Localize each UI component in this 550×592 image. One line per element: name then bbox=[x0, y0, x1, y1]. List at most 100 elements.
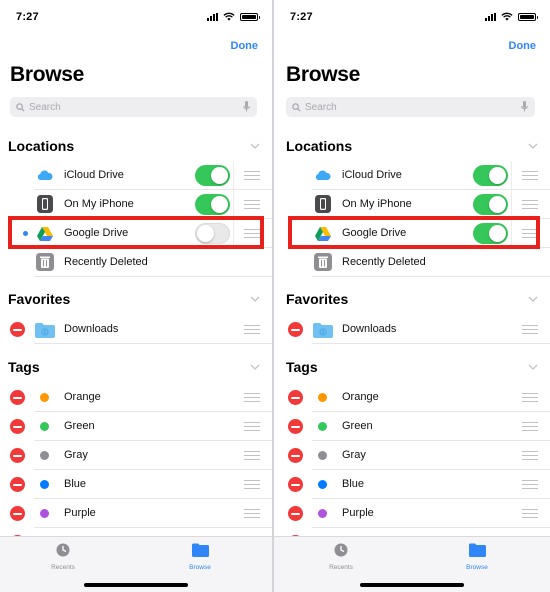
chevron-down-icon[interactable] bbox=[250, 143, 260, 149]
home-indicator bbox=[360, 583, 464, 587]
search-icon bbox=[292, 102, 301, 112]
chevron-down-icon[interactable] bbox=[528, 296, 538, 302]
locations-section-header[interactable]: Locations bbox=[8, 138, 260, 154]
tag-label: Green bbox=[342, 420, 373, 432]
tab-recents[interactable]: Recents bbox=[311, 543, 371, 571]
on-my-iphone-toggle[interactable] bbox=[195, 194, 230, 215]
tag-row-purple[interactable]: Purple bbox=[288, 499, 550, 528]
search-placeholder: Search bbox=[29, 101, 61, 113]
favorite-label: Downloads bbox=[64, 323, 119, 335]
reorder-handle-icon[interactable] bbox=[244, 451, 260, 460]
reorder-handle-icon[interactable] bbox=[244, 200, 260, 209]
tab-browse[interactable]: Browse bbox=[447, 543, 507, 571]
tag-label: Gray bbox=[342, 449, 366, 461]
reorder-handle-icon[interactable] bbox=[522, 200, 538, 209]
locations-title: Locations bbox=[286, 138, 353, 154]
tag-label: Gray bbox=[64, 449, 88, 461]
delete-circle-icon[interactable] bbox=[288, 419, 303, 434]
favorites-section-header[interactable]: Favorites bbox=[8, 291, 260, 307]
delete-circle-icon[interactable] bbox=[10, 322, 25, 337]
delete-circle-icon[interactable] bbox=[288, 506, 303, 521]
tab-browse[interactable]: Browse bbox=[170, 543, 230, 571]
chevron-down-icon[interactable] bbox=[250, 364, 260, 370]
location-row-recently-deleted[interactable]: Recently Deleted bbox=[288, 248, 550, 277]
reorder-handle-icon[interactable] bbox=[522, 171, 538, 180]
location-row-on-my-iphone[interactable]: On My iPhone bbox=[288, 190, 550, 219]
tags-section-header[interactable]: Tags bbox=[8, 359, 260, 375]
done-button[interactable]: Done bbox=[509, 40, 537, 52]
tab-label: Recents bbox=[51, 564, 75, 571]
favorite-row-downloads[interactable]: Downloads bbox=[288, 315, 550, 344]
chevron-down-icon[interactable] bbox=[250, 296, 260, 302]
tag-row-orange[interactable]: Orange bbox=[10, 383, 272, 412]
delete-circle-icon[interactable] bbox=[10, 390, 25, 405]
on-my-iphone-toggle[interactable] bbox=[473, 194, 508, 215]
home-indicator bbox=[84, 583, 188, 587]
delete-circle-icon[interactable] bbox=[288, 390, 303, 405]
delete-circle-icon[interactable] bbox=[10, 506, 25, 521]
chevron-down-icon[interactable] bbox=[528, 364, 538, 370]
locations-section-header[interactable]: Locations bbox=[286, 138, 538, 154]
favorites-title: Favorites bbox=[8, 291, 71, 307]
microphone-icon[interactable] bbox=[521, 101, 528, 112]
delete-circle-icon[interactable] bbox=[10, 448, 25, 463]
icloud-toggle[interactable] bbox=[473, 165, 508, 186]
microphone-icon[interactable] bbox=[243, 101, 250, 112]
location-row-icloud[interactable]: iCloud Drive bbox=[10, 161, 272, 190]
clock-icon bbox=[56, 543, 70, 557]
icloud-icon bbox=[315, 170, 331, 180]
tags-section-header[interactable]: Tags bbox=[286, 359, 538, 375]
chevron-down-icon[interactable] bbox=[528, 143, 538, 149]
tag-color-dot bbox=[318, 480, 327, 489]
icloud-toggle[interactable] bbox=[195, 165, 230, 186]
tag-row-gray[interactable]: Gray bbox=[288, 441, 550, 470]
location-row-recently-deleted[interactable]: Recently Deleted bbox=[10, 248, 272, 277]
location-label: On My iPhone bbox=[64, 198, 134, 210]
folder-icon bbox=[35, 323, 55, 338]
tag-row-orange[interactable]: Orange bbox=[288, 383, 550, 412]
favorite-row-downloads[interactable]: Downloads bbox=[10, 315, 272, 344]
delete-circle-icon[interactable] bbox=[288, 448, 303, 463]
reorder-handle-icon[interactable] bbox=[244, 171, 260, 180]
reorder-handle-icon[interactable] bbox=[522, 451, 538, 460]
reorder-handle-icon[interactable] bbox=[244, 509, 260, 518]
delete-circle-icon[interactable] bbox=[10, 477, 25, 492]
location-row-on-my-iphone[interactable]: On My iPhone bbox=[10, 190, 272, 219]
delete-circle-icon[interactable] bbox=[10, 419, 25, 434]
search-icon bbox=[16, 102, 25, 112]
tag-row-purple[interactable]: Purple bbox=[10, 499, 272, 528]
status-time: 7:27 bbox=[290, 11, 313, 23]
delete-circle-icon[interactable] bbox=[288, 322, 303, 337]
tag-row-green[interactable]: Green bbox=[288, 412, 550, 441]
reorder-handle-icon[interactable] bbox=[522, 325, 538, 334]
reorder-handle-icon[interactable] bbox=[522, 422, 538, 431]
tag-color-dot bbox=[40, 422, 49, 431]
signal-icon bbox=[207, 12, 218, 21]
search-field[interactable]: Search bbox=[286, 97, 535, 117]
tab-recents[interactable]: Recents bbox=[33, 543, 93, 571]
tag-label: Purple bbox=[64, 507, 96, 519]
iphone-icon bbox=[37, 195, 53, 213]
delete-circle-icon[interactable] bbox=[288, 477, 303, 492]
tag-row-blue[interactable]: Blue bbox=[10, 470, 272, 499]
tag-row-green[interactable]: Green bbox=[10, 412, 272, 441]
signal-icon bbox=[485, 12, 496, 21]
location-row-icloud[interactable]: iCloud Drive bbox=[288, 161, 550, 190]
tag-color-dot bbox=[40, 480, 49, 489]
reorder-handle-icon[interactable] bbox=[244, 325, 260, 334]
location-label: Recently Deleted bbox=[342, 256, 426, 268]
tab-label: Browse bbox=[466, 564, 488, 571]
reorder-handle-icon[interactable] bbox=[522, 480, 538, 489]
reorder-handle-icon[interactable] bbox=[244, 480, 260, 489]
search-field[interactable]: Search bbox=[10, 97, 257, 117]
done-button[interactable]: Done bbox=[231, 40, 259, 52]
tag-color-dot bbox=[318, 422, 327, 431]
reorder-handle-icon[interactable] bbox=[522, 509, 538, 518]
favorites-section-header[interactable]: Favorites bbox=[286, 291, 538, 307]
tag-row-blue[interactable]: Blue bbox=[288, 470, 550, 499]
tag-color-dot bbox=[318, 393, 327, 402]
reorder-handle-icon[interactable] bbox=[244, 393, 260, 402]
reorder-handle-icon[interactable] bbox=[244, 422, 260, 431]
reorder-handle-icon[interactable] bbox=[522, 393, 538, 402]
tag-row-gray[interactable]: Gray bbox=[10, 441, 272, 470]
